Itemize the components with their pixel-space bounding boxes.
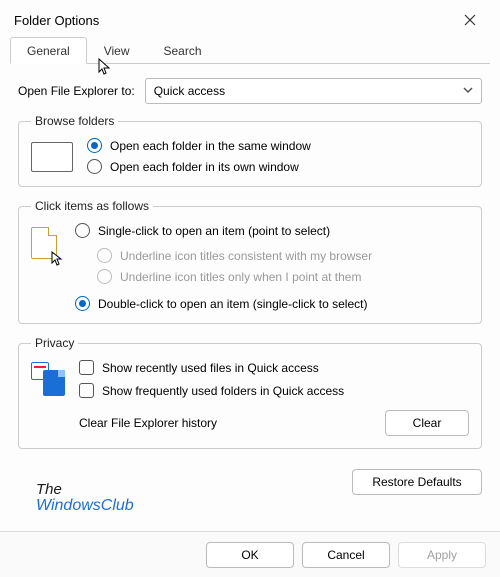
click-items-legend: Click items as follows	[31, 199, 153, 213]
tab-general[interactable]: General	[10, 37, 87, 64]
check-frequent-folders[interactable]: Show frequently used folders in Quick ac…	[79, 383, 344, 398]
radio-underline-point: Underline icon titles only when I point …	[97, 269, 469, 284]
folder-window-icon	[31, 142, 73, 172]
titlebar: Folder Options	[0, 0, 500, 36]
radio-icon	[87, 159, 102, 174]
radio-icon	[97, 248, 112, 263]
check-frequent-folders-label: Show frequently used folders in Quick ac…	[102, 384, 344, 398]
radio-underline-browser-label: Underline icon titles consistent with my…	[120, 249, 372, 263]
privacy-icon	[31, 362, 65, 396]
radio-underline-point-label: Underline icon titles only when I point …	[120, 270, 361, 284]
privacy-legend: Privacy	[31, 336, 78, 350]
open-explorer-row: Open File Explorer to: Quick access	[18, 78, 482, 104]
radio-underline-browser: Underline icon titles consistent with my…	[97, 248, 469, 263]
radio-double-click-label: Double-click to open an item (single-cli…	[98, 297, 367, 311]
tab-panel-general: Open File Explorer to: Quick access Brow…	[0, 64, 500, 469]
open-explorer-value: Quick access	[154, 84, 225, 98]
tab-strip: General View Search	[10, 36, 490, 64]
radio-same-window-label: Open each folder in the same window	[110, 139, 311, 153]
folder-options-window: Folder Options General View Search Open …	[0, 0, 500, 577]
radio-double-click[interactable]: Double-click to open an item (single-cli…	[75, 296, 469, 311]
ok-button[interactable]: OK	[206, 542, 294, 568]
dialog-button-row: OK Cancel Apply	[0, 531, 500, 577]
browse-folders-legend: Browse folders	[31, 114, 118, 128]
radio-icon	[75, 223, 90, 238]
click-page-icon	[31, 227, 61, 263]
radio-own-window[interactable]: Open each folder in its own window	[87, 159, 311, 174]
close-button[interactable]	[452, 6, 488, 34]
radio-single-click-label: Single-click to open an item (point to s…	[98, 224, 330, 238]
tab-view[interactable]: View	[87, 37, 147, 64]
click-items-group: Click items as follows Single-click to o…	[18, 199, 482, 324]
radio-icon	[87, 138, 102, 153]
radio-own-window-label: Open each folder in its own window	[110, 160, 299, 174]
window-title: Folder Options	[14, 13, 99, 28]
radio-same-window[interactable]: Open each folder in the same window	[87, 138, 311, 153]
cancel-button[interactable]: Cancel	[302, 542, 390, 568]
open-explorer-select[interactable]: Quick access	[145, 78, 482, 104]
close-icon	[464, 14, 476, 26]
clear-history-label: Clear File Explorer history	[79, 416, 217, 430]
radio-single-click[interactable]: Single-click to open an item (point to s…	[75, 223, 469, 238]
branding-watermark: The WindowsClub	[36, 482, 134, 515]
chevron-down-icon	[463, 84, 473, 98]
tab-search[interactable]: Search	[147, 37, 219, 64]
check-recent-files[interactable]: Show recently used files in Quick access	[79, 360, 344, 375]
open-explorer-label: Open File Explorer to:	[18, 84, 135, 98]
restore-defaults-button[interactable]: Restore Defaults	[352, 469, 482, 495]
checkbox-icon	[79, 383, 94, 398]
branding-line1: The	[36, 482, 134, 498]
clear-button[interactable]: Clear	[385, 410, 469, 436]
apply-button[interactable]: Apply	[398, 542, 486, 568]
branding-line2: WindowsClub	[36, 498, 134, 515]
radio-icon	[75, 296, 90, 311]
radio-icon	[97, 269, 112, 284]
browse-folders-group: Browse folders Open each folder in the s…	[18, 114, 482, 187]
checkbox-icon	[79, 360, 94, 375]
privacy-group: Privacy Show recently used files in Quic…	[18, 336, 482, 449]
check-recent-files-label: Show recently used files in Quick access	[102, 361, 319, 375]
